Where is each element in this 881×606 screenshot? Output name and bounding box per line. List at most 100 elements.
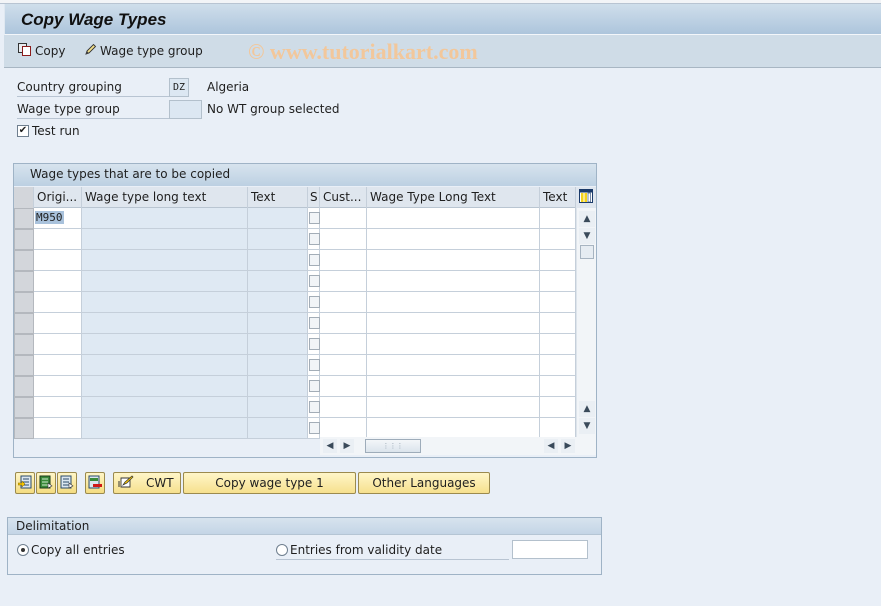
cell-custom[interactable] — [320, 355, 367, 376]
radio-unselected-icon[interactable] — [276, 544, 288, 556]
cell-s-checkbox[interactable] — [308, 355, 320, 376]
test-run-checkbox[interactable]: ✔ Test run — [17, 124, 80, 138]
row-selector[interactable] — [14, 334, 34, 355]
cell-s-checkbox[interactable] — [308, 292, 320, 313]
cell-wage-type-long-text[interactable] — [82, 334, 248, 355]
cell-original[interactable] — [34, 355, 82, 376]
checkbox-icon[interactable] — [309, 233, 320, 245]
cell-custom-text[interactable] — [540, 271, 576, 292]
cell-custom-long-text[interactable] — [367, 250, 540, 271]
cell-text[interactable] — [248, 313, 308, 334]
cell-text[interactable] — [248, 376, 308, 397]
cell-custom[interactable] — [320, 229, 367, 250]
scroll-down-icon[interactable]: ▼ — [579, 228, 595, 244]
horizontal-scrollbar[interactable]: ◀ ▶ ⋮⋮⋮ ◀ ▶ — [320, 437, 596, 455]
cell-original[interactable] — [34, 376, 82, 397]
cell-custom[interactable] — [320, 376, 367, 397]
cell-text[interactable] — [248, 292, 308, 313]
cell-custom-long-text[interactable] — [367, 418, 540, 439]
cell-custom-long-text[interactable] — [367, 313, 540, 334]
checkbox-icon[interactable] — [309, 296, 320, 308]
wage-type-group-field[interactable] — [169, 100, 202, 119]
cell-original[interactable] — [34, 250, 82, 271]
country-grouping-field[interactable]: DZ — [169, 78, 189, 97]
cell-s-checkbox[interactable] — [308, 208, 320, 229]
vertical-scrollbar[interactable]: ▲ ▼ ▲ ▼ — [576, 208, 596, 437]
row-selector[interactable] — [14, 418, 34, 439]
cell-custom-text[interactable] — [540, 418, 576, 439]
copy-wage-type-button[interactable]: Copy wage type 1 — [183, 472, 356, 494]
column-header-custom[interactable]: Cust... — [320, 187, 367, 208]
scroll-up-icon[interactable]: ▲ — [579, 211, 595, 227]
scroll-left-icon[interactable]: ◀ — [323, 439, 337, 453]
column-header-custom-long-text[interactable]: Wage Type Long Text — [367, 187, 540, 208]
cell-custom-text[interactable] — [540, 229, 576, 250]
cell-custom-long-text[interactable] — [367, 271, 540, 292]
cell-wage-type-long-text[interactable] — [82, 418, 248, 439]
cell-wage-type-long-text[interactable] — [82, 229, 248, 250]
cell-custom[interactable] — [320, 334, 367, 355]
checkbox-icon[interactable] — [309, 422, 320, 434]
cwt-button[interactable]: CWT — [113, 472, 181, 494]
select-all-rows[interactable] — [14, 187, 34, 208]
cell-wage-type-long-text[interactable] — [82, 376, 248, 397]
cell-text[interactable] — [248, 397, 308, 418]
cell-text[interactable] — [248, 250, 308, 271]
row-selector[interactable] — [14, 250, 34, 271]
row-selector[interactable] — [14, 313, 34, 334]
cell-s-checkbox[interactable] — [308, 229, 320, 250]
radio-selected-icon[interactable] — [17, 544, 29, 556]
cell-custom-long-text[interactable] — [367, 292, 540, 313]
cell-wage-type-long-text[interactable] — [82, 313, 248, 334]
cell-custom-text[interactable] — [540, 208, 576, 229]
scroll-right-icon[interactable]: ▶ — [340, 439, 354, 453]
cell-custom-text[interactable] — [540, 334, 576, 355]
column-header-s[interactable]: S — [308, 187, 320, 208]
row-selector[interactable] — [14, 292, 34, 313]
cell-custom-long-text[interactable] — [367, 355, 540, 376]
cell-text[interactable] — [248, 418, 308, 439]
cell-custom-long-text[interactable] — [367, 229, 540, 250]
cell-s-checkbox[interactable] — [308, 397, 320, 418]
column-header-custom-text[interactable]: Text — [540, 187, 576, 208]
cell-text[interactable] — [248, 208, 308, 229]
cell-custom[interactable] — [320, 313, 367, 334]
row-selector[interactable] — [14, 271, 34, 292]
cell-custom-long-text[interactable] — [367, 334, 540, 355]
other-languages-button[interactable]: Other Languages — [358, 472, 490, 494]
copy-button[interactable]: Copy — [18, 43, 65, 59]
cell-custom-text[interactable] — [540, 313, 576, 334]
cell-custom-text[interactable] — [540, 250, 576, 271]
cell-text[interactable] — [248, 355, 308, 376]
cell-custom[interactable] — [320, 250, 367, 271]
scroll-page-down-icon[interactable]: ▼ — [579, 418, 595, 434]
row-selector[interactable] — [14, 397, 34, 418]
cell-original[interactable] — [34, 418, 82, 439]
cell-custom-long-text[interactable] — [367, 397, 540, 418]
cell-original[interactable] — [34, 397, 82, 418]
cell-text[interactable] — [248, 229, 308, 250]
cell-s-checkbox[interactable] — [308, 250, 320, 271]
cell-s-checkbox[interactable] — [308, 334, 320, 355]
checkbox-icon[interactable] — [309, 401, 320, 413]
cell-wage-type-long-text[interactable] — [82, 397, 248, 418]
scroll-page-up-icon[interactable]: ▲ — [579, 401, 595, 417]
cell-custom[interactable] — [320, 397, 367, 418]
cell-original[interactable] — [34, 271, 82, 292]
cell-original[interactable] — [34, 292, 82, 313]
delete-row-button[interactable] — [85, 472, 105, 494]
checkmark-icon[interactable]: ✔ — [17, 125, 29, 137]
cell-custom-text[interactable] — [540, 355, 576, 376]
cell-custom[interactable] — [320, 208, 367, 229]
checkbox-icon[interactable] — [309, 338, 320, 350]
validity-date-field[interactable] — [512, 540, 588, 559]
cell-wage-type-long-text[interactable] — [82, 292, 248, 313]
column-header-wage-type-long-text[interactable]: Wage type long text — [82, 187, 248, 208]
deselect-all-button[interactable] — [57, 472, 77, 494]
entries-from-validity-date-radio[interactable]: Entries from validity date — [276, 543, 509, 560]
checkbox-icon[interactable] — [309, 212, 320, 224]
checkbox-icon[interactable] — [309, 359, 320, 371]
cell-s-checkbox[interactable] — [308, 418, 320, 439]
horizontal-scroll-thumb[interactable]: ⋮⋮⋮ — [365, 439, 421, 453]
column-header-original[interactable]: Origi... — [34, 187, 82, 208]
